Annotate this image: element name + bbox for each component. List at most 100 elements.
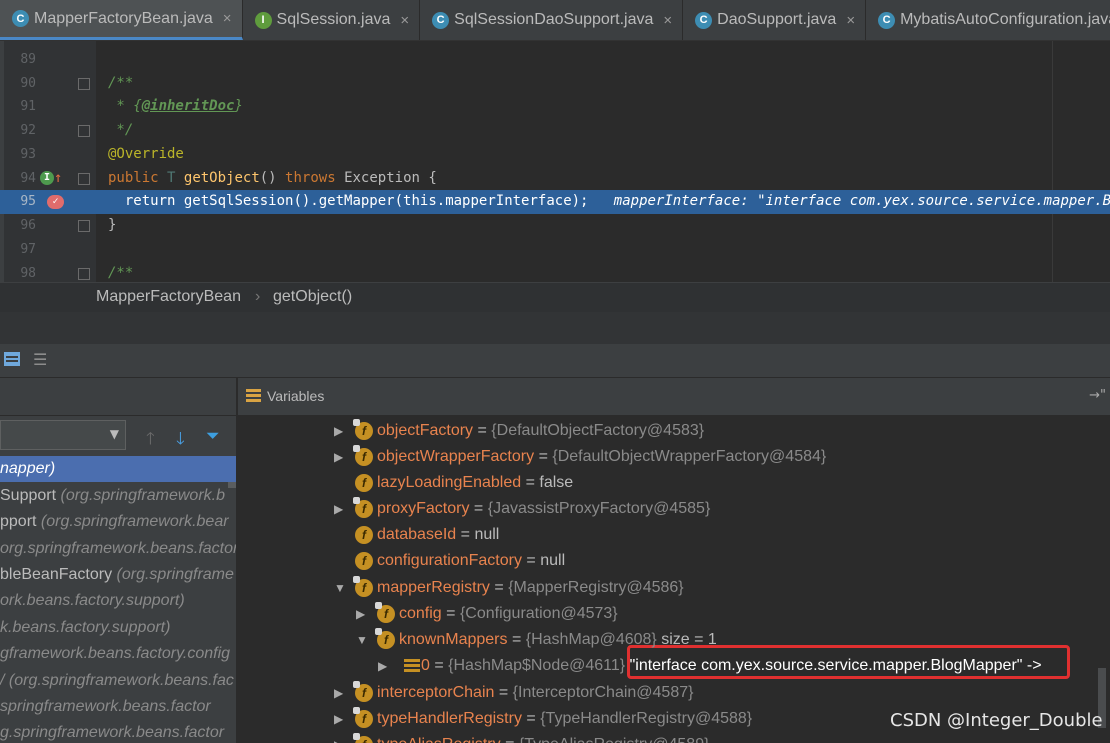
variable-text: interceptorChain = {InterceptorChain@458… bbox=[377, 680, 693, 706]
tab-1[interactable]: I SqlSession.java × bbox=[243, 0, 421, 40]
line-number: 94 bbox=[20, 171, 36, 186]
variable-text: config = {Configuration@4573} bbox=[399, 601, 618, 627]
tab-0[interactable]: C MapperFactoryBean.java × bbox=[0, 0, 243, 40]
breadcrumb-class[interactable]: MapperFactoryBean bbox=[96, 288, 241, 306]
frame-method: bleBeanFactory bbox=[0, 566, 113, 583]
variable-row[interactable]: f databaseId = null bbox=[238, 522, 1110, 548]
frame-item[interactable]: pport (org.springframework.bear bbox=[0, 509, 236, 535]
code-text[interactable]: return getSqlSession().getMapper(this.ma… bbox=[108, 190, 1110, 214]
expand-icon[interactable]: ▶ bbox=[334, 732, 343, 743]
code-line: 91 * {@inheritDoc} bbox=[0, 95, 1110, 119]
code-text[interactable]: /** bbox=[108, 262, 133, 282]
previous-frame-icon[interactable]: 🡑 bbox=[146, 426, 155, 455]
keyword: this bbox=[403, 193, 437, 209]
map-entry-key: "interface com.yex.source.service.mapper… bbox=[629, 657, 1042, 674]
fold-marker-icon[interactable] bbox=[78, 125, 90, 137]
expand-icon[interactable]: ▶ bbox=[356, 601, 365, 627]
frame-item[interactable]: springframework.beans.factor bbox=[0, 694, 236, 720]
variable-row[interactable]: ▼ f knownMappers = {HashMap@4608} size = 1 bbox=[238, 627, 1110, 653]
filter-icon[interactable]: ⏷ bbox=[206, 426, 220, 446]
equals-sign: = bbox=[525, 474, 535, 491]
frame-item[interactable]: g.springframework.beans.factor bbox=[0, 720, 236, 743]
expand-icon[interactable]: ▶ bbox=[334, 418, 343, 444]
tab-4[interactable]: CMybatisAutoConfiguration.java× bbox=[866, 0, 1110, 40]
field-ref: mapperInterface bbox=[445, 193, 572, 209]
close-icon[interactable]: × bbox=[223, 10, 232, 27]
frame-item[interactable]: / (org.springframework.beans.fac bbox=[0, 668, 236, 694]
equals-sign: = bbox=[460, 526, 470, 543]
fold-marker-icon[interactable] bbox=[78, 268, 90, 280]
breadcrumb-method[interactable]: getObject() bbox=[273, 288, 352, 306]
fold-marker-icon[interactable] bbox=[78, 220, 90, 232]
frame-package: (org.springframework.b bbox=[60, 487, 226, 504]
variable-row[interactable]: ▶ 0 = {HashMap$Node@4611} "interface com.… bbox=[238, 653, 1110, 679]
code-editor[interactable]: 89 90/** 91 * {@inheritDoc} 92 */93 @Overrid… bbox=[0, 41, 1110, 282]
variable-text: configurationFactory = null bbox=[377, 548, 565, 574]
line-number: 93 bbox=[20, 147, 36, 162]
equals-sign: = bbox=[477, 422, 487, 439]
variable-name: objectWrapperFactory bbox=[377, 448, 535, 465]
threads-layout-icon[interactable]: ☰ bbox=[33, 350, 47, 369]
code-text[interactable]: @Override bbox=[108, 143, 184, 167]
variable-text: databaseId = null bbox=[377, 522, 499, 548]
variable-name: configurationFactory bbox=[377, 552, 522, 569]
inline-debug-value: mapperInterface: "interface com.yex.sour… bbox=[613, 193, 1110, 209]
code-line: 94 public T getObject() throws Exception … bbox=[0, 167, 1110, 191]
variable-row[interactable]: ▶ f typeAliasRegistry = {TypeAliasRegistry… bbox=[238, 732, 1110, 743]
variable-row[interactable]: f configurationFactory = null bbox=[238, 548, 1110, 574]
override-icon[interactable]: I bbox=[40, 171, 54, 185]
next-frame-icon[interactable]: 🡓 bbox=[176, 426, 185, 455]
variable-row[interactable]: f lazyLoadingEnabled = false bbox=[238, 470, 1110, 496]
variable-row[interactable]: ▶ f config = {Configuration@4573} bbox=[238, 601, 1110, 627]
close-icon[interactable]: × bbox=[846, 12, 855, 29]
code-punct: ); bbox=[571, 193, 589, 209]
code-text[interactable]: } bbox=[108, 214, 116, 238]
interface-icon: I bbox=[254, 11, 272, 29]
tab-3[interactable]: C DaoSupport.java × bbox=[683, 0, 867, 40]
variable-text: knownMappers = {HashMap@4608} size = 1 bbox=[399, 627, 717, 653]
expand-icon[interactable]: ▶ bbox=[334, 706, 343, 732]
frame-method: springframework.beans.factor bbox=[0, 698, 211, 715]
variable-row[interactable]: ▼ f mapperRegistry = {MapperRegistry@4586} bbox=[238, 575, 1110, 601]
expand-icon[interactable]: ▶ bbox=[334, 444, 343, 470]
field-icon: f bbox=[355, 552, 373, 570]
frame-item[interactable]: Support (org.springframework.b bbox=[0, 483, 236, 509]
class-icon: C bbox=[432, 11, 450, 29]
code-text[interactable]: */ bbox=[108, 119, 133, 143]
close-icon[interactable]: × bbox=[663, 12, 672, 29]
thread-selector[interactable]: ▼ bbox=[0, 420, 126, 450]
frame-item[interactable]: k.beans.factory.support) bbox=[0, 615, 236, 641]
code-text[interactable]: public T getObject() throws Exception { bbox=[108, 167, 437, 191]
variable-row[interactable]: ▶ f interceptorChain = {InterceptorChain@4… bbox=[238, 680, 1110, 706]
code-text[interactable]: * {@inheritDoc} bbox=[108, 95, 242, 119]
variables-panel: Variables →" ▶ f objectFactory = {DefaultO… bbox=[238, 378, 1110, 743]
code-line: 98 /** bbox=[0, 262, 1110, 282]
frames-layout-icon[interactable] bbox=[4, 352, 20, 366]
code-text: Exception { bbox=[344, 170, 437, 186]
breakpoint-icon[interactable]: ✓ bbox=[47, 195, 64, 209]
fold-marker-icon[interactable] bbox=[78, 78, 90, 90]
fold-marker-icon[interactable] bbox=[78, 173, 90, 185]
frame-item[interactable]: gframework.beans.factory.config bbox=[0, 641, 236, 667]
code-text[interactable]: /** bbox=[108, 72, 133, 96]
frame-item[interactable]: napper) bbox=[0, 456, 236, 483]
close-icon[interactable]: × bbox=[400, 12, 409, 29]
collapse-icon[interactable]: ▼ bbox=[356, 627, 368, 653]
expand-icon[interactable]: ▶ bbox=[378, 653, 387, 679]
collapse-icon[interactable]: ▼ bbox=[334, 575, 346, 601]
tab-2[interactable]: C SqlSessionDaoSupport.java × bbox=[420, 0, 684, 40]
variable-row[interactable]: ▶ f objectWrapperFactory = {DefaultObjectW… bbox=[238, 444, 1110, 470]
variable-row[interactable]: ▶ f proxyFactory = {JavassistProxyFactory@… bbox=[238, 496, 1110, 522]
equals-sign: = bbox=[526, 552, 536, 569]
expand-icon[interactable]: ▶ bbox=[334, 496, 343, 522]
variable-row[interactable]: ▶ f objectFactory = {DefaultObjectFactory@… bbox=[238, 418, 1110, 444]
restore-layout-icon[interactable]: →" bbox=[1089, 388, 1106, 403]
panel-divider bbox=[0, 312, 1110, 344]
frame-item[interactable]: bleBeanFactory (org.springframe bbox=[0, 562, 236, 588]
variable-name: proxyFactory bbox=[377, 500, 470, 517]
frame-item[interactable]: org.springframework.beans.factor bbox=[0, 536, 236, 562]
field-icon: f bbox=[353, 707, 373, 728]
expand-icon[interactable]: ▶ bbox=[334, 680, 343, 706]
line-number: 91 bbox=[20, 99, 36, 114]
frame-item[interactable]: ork.beans.factory.support) bbox=[0, 588, 236, 614]
